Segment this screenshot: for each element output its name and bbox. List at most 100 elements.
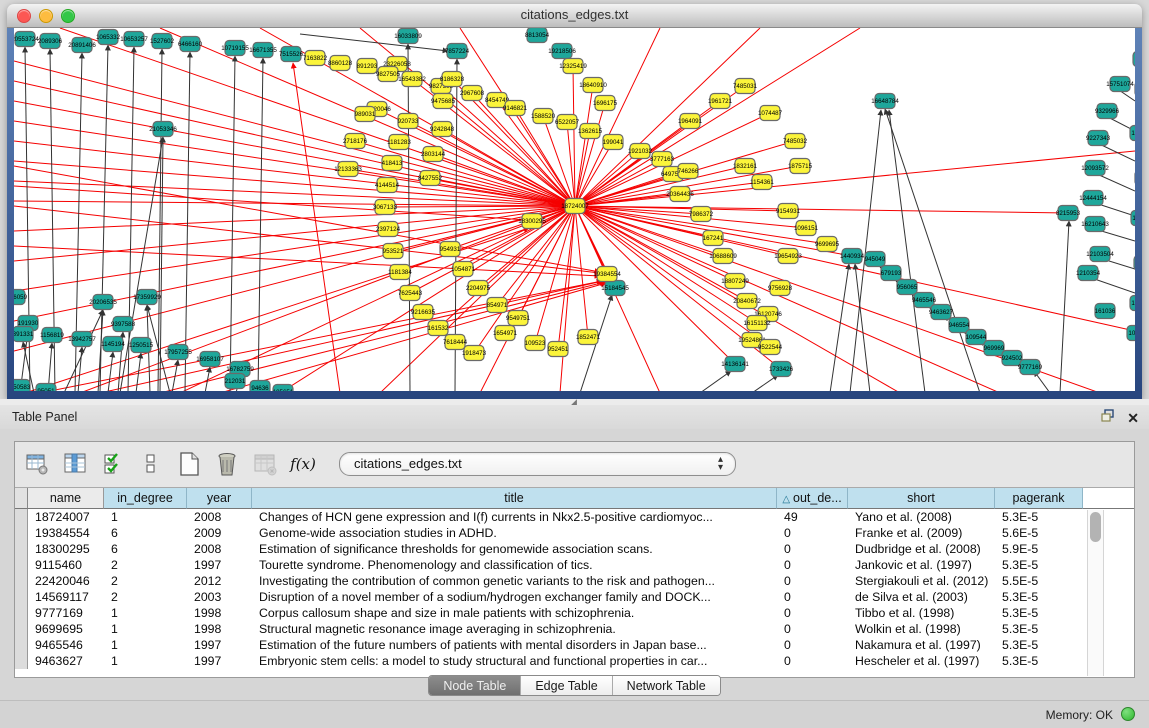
table-cell[interactable]: 2 <box>104 557 187 573</box>
table-cell[interactable]: 0 <box>777 541 848 557</box>
network-node[interactable]: 167241 <box>703 231 724 246</box>
table-cell[interactable]: Tibbo et al. (1998) <box>848 605 995 621</box>
network-node[interactable]: 1832161 <box>733 159 758 174</box>
network-edge[interactable] <box>40 281 602 391</box>
table-selector-dropdown[interactable]: citations_edges.txt ▴▾ <box>339 452 736 476</box>
table-cell[interactable]: de Silva et al. (2003) <box>848 589 995 605</box>
network-node[interactable]: 9242848 <box>430 122 455 137</box>
network-node[interactable]: 20206535 <box>89 295 117 310</box>
table-cell[interactable]: 0 <box>777 605 848 621</box>
network-edge[interactable] <box>575 206 1068 213</box>
network-node[interactable]: 10719155 <box>221 41 249 56</box>
table-row[interactable]: 1872400712008Changes of HCN gene express… <box>15 509 1134 525</box>
table-cell[interactable]: 2 <box>104 589 187 605</box>
network-node[interactable]: 9756928 <box>768 281 793 296</box>
network-node[interactable]: 9146821 <box>503 101 528 116</box>
network-node[interactable]: 13942757 <box>68 332 96 347</box>
table-cell[interactable]: 9115460 <box>28 557 104 573</box>
network-node[interactable]: 7485032 <box>783 134 808 149</box>
network-node[interactable]: 1964091 <box>678 114 703 129</box>
table-cell[interactable]: 5.5E-5 <box>995 573 1083 589</box>
network-node[interactable]: 9549751 <box>506 311 531 326</box>
window-titlebar[interactable]: citations_edges.txt <box>7 4 1142 28</box>
column-header-pagerank[interactable]: pagerank <box>995 488 1083 509</box>
network-edge[interactable] <box>700 371 731 391</box>
network-node[interactable]: 1145194 <box>101 337 125 352</box>
network-edge[interactable] <box>230 56 235 391</box>
network-node[interactable]: 109544 <box>966 330 987 345</box>
network-node[interactable]: 956065 <box>897 280 918 295</box>
network-node[interactable]: 7986372 <box>689 207 714 222</box>
network-node[interactable]: 9522544 <box>758 340 783 355</box>
table-row[interactable]: 2242004622012Investigating the contribut… <box>15 573 1134 589</box>
table-cell[interactable]: 1997 <box>187 557 252 573</box>
table-cell[interactable]: 5.3E-5 <box>995 637 1083 653</box>
table-cell[interactable]: 0 <box>777 573 848 589</box>
network-node[interactable]: 12773 <box>1130 126 1135 141</box>
table-cell[interactable]: 6 <box>104 525 187 541</box>
table-cell[interactable]: 2003 <box>187 589 252 605</box>
network-node[interactable]: 19654923 <box>774 249 802 264</box>
network-node[interactable]: 12325419 <box>559 59 587 74</box>
table-row[interactable]: 1456911722003Disruption of a novel membe… <box>15 589 1134 605</box>
column-header-short[interactable]: short <box>848 488 995 509</box>
table-cell[interactable]: Structural magnetic resonance image aver… <box>252 621 777 637</box>
table-cell[interactable]: Corpus callosum shape and size in male p… <box>252 605 777 621</box>
table-cell[interactable]: Yano et al. (2008) <box>848 509 995 525</box>
table-cell[interactable]: 1 <box>104 637 187 653</box>
table-cell[interactable]: 5.6E-5 <box>995 525 1083 541</box>
network-node[interactable]: 1065332 <box>96 30 121 45</box>
table-cell[interactable]: 9465546 <box>28 637 104 653</box>
network-node[interactable]: 10688609 <box>709 249 737 264</box>
network-node[interactable]: 161036 <box>1095 304 1116 319</box>
table-cell[interactable]: 5.3E-5 <box>995 557 1083 573</box>
deselect-all-button[interactable] <box>137 450 165 478</box>
network-node[interactable]: 1961721 <box>708 94 733 109</box>
network-node[interactable]: 10653257 <box>120 32 148 47</box>
table-row[interactable]: 969969511998Structural magnetic resonanc… <box>15 621 1134 637</box>
network-node[interactable]: 1921032 <box>628 144 653 159</box>
network-edge[interactable] <box>14 246 600 276</box>
network-edge[interactable] <box>752 375 778 391</box>
table-cell[interactable]: 2009 <box>187 525 252 541</box>
network-node[interactable]: 891293 <box>357 59 378 74</box>
table-cell[interactable]: 1998 <box>187 621 252 637</box>
network-node[interactable]: 1074487 <box>758 106 783 121</box>
network-node[interactable]: 7857224 <box>445 44 470 59</box>
network-node[interactable]: 1096151 <box>794 221 819 236</box>
table-cell[interactable]: Changes of HCN gene expression and I(f) … <box>252 509 777 525</box>
network-edge[interactable] <box>300 34 448 51</box>
network-node[interactable]: 1527602 <box>150 34 175 49</box>
network-node[interactable]: 16543382 <box>398 72 426 87</box>
table-cell[interactable]: 5.3E-5 <box>995 653 1083 669</box>
scrollbar-thumb[interactable] <box>1090 512 1101 542</box>
table-cell[interactable]: Jankovic et al. (1997) <box>848 557 995 573</box>
table-cell[interactable]: 0 <box>777 525 848 541</box>
network-node[interactable]: 1250515 <box>129 338 154 353</box>
table-row[interactable]: 1938455462009Genome-wide association stu… <box>15 525 1134 541</box>
table-cell[interactable]: 14569117 <box>28 589 104 605</box>
network-node[interactable]: 854971 <box>487 298 508 313</box>
table-cell[interactable]: 0 <box>777 653 848 669</box>
network-node[interactable]: 9227343 <box>1086 131 1111 146</box>
select-all-button[interactable] <box>99 450 127 478</box>
network-node[interactable]: 946554 <box>949 318 970 333</box>
network-node[interactable]: 7625443 <box>398 286 423 301</box>
network-node[interactable]: 1154361 <box>750 175 774 190</box>
network-edge[interactable] <box>64 310 103 391</box>
new-document-button[interactable] <box>175 450 203 478</box>
network-edge[interactable] <box>108 352 113 391</box>
network-node[interactable]: 9699695 <box>815 237 840 252</box>
network-node[interactable]: 1654971 <box>493 326 518 341</box>
network-node[interactable]: 1054871 <box>451 262 476 277</box>
table-cell[interactable]: 1 <box>104 653 187 669</box>
network-node[interactable]: 1156819 <box>40 328 64 343</box>
network-node[interactable]: 9216635 <box>411 305 436 320</box>
table-cell[interactable]: 5.9E-5 <box>995 541 1083 557</box>
network-node[interactable]: 746266 <box>678 164 699 179</box>
network-node[interactable]: 952451 <box>548 342 569 357</box>
network-node[interactable]: 8186328 <box>440 72 465 87</box>
network-node[interactable]: 953521 <box>383 244 404 259</box>
table-cell[interactable]: 2008 <box>187 541 252 557</box>
network-node[interactable]: 679193 <box>881 266 902 281</box>
